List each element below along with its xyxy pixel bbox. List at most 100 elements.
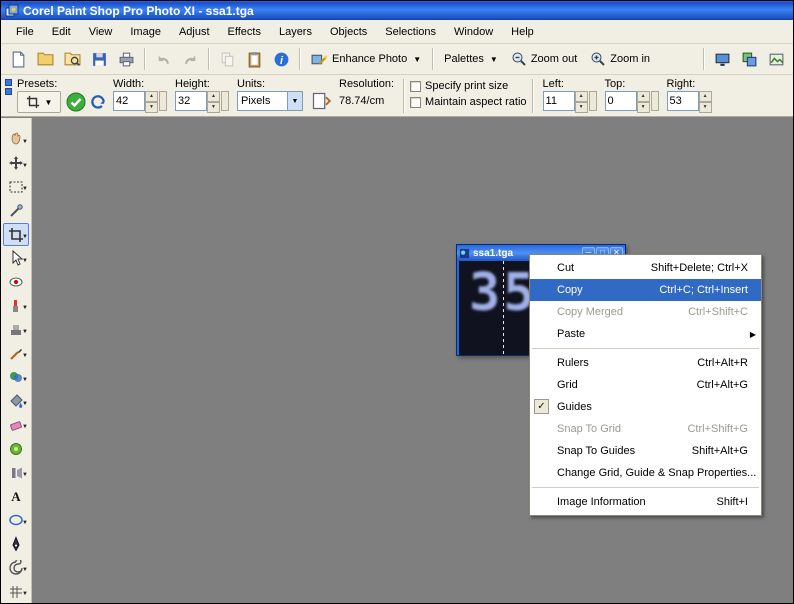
print-button[interactable] (113, 47, 139, 72)
text-tool[interactable]: A (3, 485, 29, 508)
art-media-tool[interactable]: ▼ (3, 461, 29, 484)
color-changer-tool[interactable]: ▼ (3, 366, 29, 389)
capture-button[interactable] (736, 47, 762, 72)
flyout-arrow-icon[interactable]: ▼ (22, 163, 28, 169)
selection-tool[interactable]: ▼ (3, 176, 29, 199)
left-slider-handle[interactable] (589, 91, 597, 111)
copy-button[interactable] (214, 47, 240, 72)
flyout-arrow-icon[interactable]: ▼ (22, 377, 28, 383)
right-input[interactable] (667, 91, 699, 111)
specify-print-size-checkbox[interactable]: Specify print size (410, 80, 527, 92)
context-menu-item-image-information[interactable]: Image Information Shift+I (530, 491, 761, 513)
height-spin-buttons[interactable]: ▲▼ (207, 91, 220, 111)
flood-fill-tool[interactable]: ▼ (3, 390, 29, 413)
menu-selections[interactable]: Selections (376, 22, 445, 42)
eraser-tool[interactable]: ▼ (3, 414, 29, 437)
flyout-arrow-icon[interactable]: ▼ (22, 234, 28, 240)
flyout-arrow-icon[interactable]: ▼ (22, 305, 28, 311)
context-menu-item-snap-to-guides[interactable]: Snap To Guides Shift+Alt+G (530, 440, 761, 462)
screen-button[interactable] (709, 47, 735, 72)
organizer-button[interactable] (763, 47, 789, 72)
menu-image[interactable]: Image (121, 22, 170, 42)
palettes-button[interactable]: Palettes ▼ (438, 50, 504, 68)
context-menu-item-snap-to-grid[interactable]: Snap To Grid Ctrl+Shift+G (530, 418, 761, 440)
flyout-arrow-icon[interactable]: ▼ (22, 520, 28, 526)
pick-tool[interactable]: ▼ (3, 247, 29, 270)
width-input[interactable] (113, 91, 145, 111)
crop-tool[interactable]: ▼ (3, 223, 29, 246)
height-slider-handle[interactable] (221, 91, 229, 111)
toolbar-separator (144, 48, 145, 70)
flyout-arrow-icon[interactable]: ▼ (22, 472, 28, 478)
context-menu-item-grid[interactable]: Grid Ctrl+Alt+G (530, 374, 761, 396)
menu-file[interactable]: File (7, 22, 43, 42)
context-menu-item-guides[interactable]: ✓ Guides (530, 396, 761, 418)
warp-brush-tool[interactable]: ▼ (3, 556, 29, 579)
right-spin-buttons[interactable]: ▲▼ (699, 91, 712, 111)
crop-icon (26, 95, 40, 109)
width-slider-handle[interactable] (159, 91, 167, 111)
context-menu-item-change-grid-guide-snap-properties[interactable]: Change Grid, Guide & Snap Properties... (530, 462, 761, 484)
left-input[interactable] (543, 91, 575, 111)
context-menu-item-copy-merged[interactable]: Copy Merged Ctrl+Shift+C (530, 301, 761, 323)
flyout-arrow-icon[interactable]: ▼ (22, 591, 28, 597)
flyout-arrow-icon[interactable]: ▼ (22, 258, 28, 264)
width-spin-buttons[interactable]: ▲▼ (145, 91, 158, 111)
menu-effects[interactable]: Effects (219, 22, 270, 42)
context-menu-item-cut[interactable]: Cut Shift+Delete; Ctrl+X (530, 257, 761, 279)
enhance-photo-button[interactable]: Enhance Photo ▼ (305, 49, 427, 70)
rotate-button[interactable] (87, 91, 109, 113)
flyout-arrow-icon[interactable]: ▼ (22, 186, 28, 192)
menu-layers[interactable]: Layers (270, 22, 321, 42)
preset-shape-tool[interactable]: ▼ (3, 509, 29, 532)
top-slider-handle[interactable] (651, 91, 659, 111)
red-eye-tool[interactable] (3, 271, 29, 294)
width-spinner: ▲▼ (113, 91, 167, 111)
undo-button[interactable] (150, 47, 176, 72)
palette-grip[interactable] (3, 77, 13, 113)
flyout-arrow-icon[interactable]: ▼ (22, 139, 28, 145)
apply-button[interactable] (65, 91, 87, 113)
pan-tool[interactable]: ▼ (3, 128, 29, 151)
browse-button[interactable] (59, 47, 85, 72)
context-menu-item-rulers[interactable]: Rulers Ctrl+Alt+R (530, 352, 761, 374)
save-button[interactable] (86, 47, 112, 72)
open-button[interactable] (32, 47, 58, 72)
mesh-warp-tool[interactable]: ▼ (3, 580, 29, 603)
menu-help[interactable]: Help (502, 22, 543, 42)
title-bar[interactable]: Corel Paint Shop Pro Photo XI - ssa1.tga (1, 1, 793, 20)
move-tool[interactable]: ▼ (3, 152, 29, 175)
menu-view[interactable]: View (80, 22, 122, 42)
top-input[interactable] (605, 91, 637, 111)
paste-button[interactable] (241, 47, 267, 72)
pen-tool[interactable] (3, 533, 29, 556)
menu-window[interactable]: Window (445, 22, 502, 42)
flyout-arrow-icon[interactable]: ▼ (22, 329, 28, 335)
left-spin-buttons[interactable]: ▲▼ (575, 91, 588, 111)
top-spin-buttons[interactable]: ▲▼ (637, 91, 650, 111)
height-input[interactable] (175, 91, 207, 111)
presets-dropdown[interactable]: ▼ (17, 91, 61, 113)
zoom-out-button[interactable]: Zoom out (505, 48, 583, 70)
menu-objects[interactable]: Objects (321, 22, 376, 42)
flyout-arrow-icon[interactable]: ▼ (22, 353, 28, 359)
maintain-aspect-ratio-checkbox[interactable]: Maintain aspect ratio (410, 96, 527, 108)
menu-adjust[interactable]: Adjust (170, 22, 219, 42)
context-menu-item-copy[interactable]: Copy Ctrl+C; Ctrl+Insert (530, 279, 761, 301)
zoom-in-button[interactable]: Zoom in (584, 48, 656, 70)
menu-edit[interactable]: Edit (43, 22, 80, 42)
units-dropdown[interactable]: Pixels ▼ (237, 91, 303, 111)
context-menu-item-paste[interactable]: Paste ▶ (530, 323, 761, 345)
new-document-button[interactable] (5, 47, 31, 72)
menu-bar: File Edit View Image Adjust Effects Laye… (1, 20, 793, 44)
dropper-tool[interactable] (3, 199, 29, 222)
clone-brush-tool[interactable]: ▼ (3, 318, 29, 341)
redo-button[interactable] (177, 47, 203, 72)
flyout-arrow-icon[interactable]: ▼ (22, 401, 28, 407)
flyout-arrow-icon[interactable]: ▼ (22, 424, 28, 430)
picture-tube-tool[interactable] (3, 437, 29, 460)
flyout-arrow-icon[interactable]: ▼ (22, 567, 28, 573)
info-button[interactable]: i (268, 47, 294, 72)
makeover-tool[interactable]: ▼ (3, 295, 29, 318)
paint-brush-tool[interactable]: ▼ (3, 342, 29, 365)
